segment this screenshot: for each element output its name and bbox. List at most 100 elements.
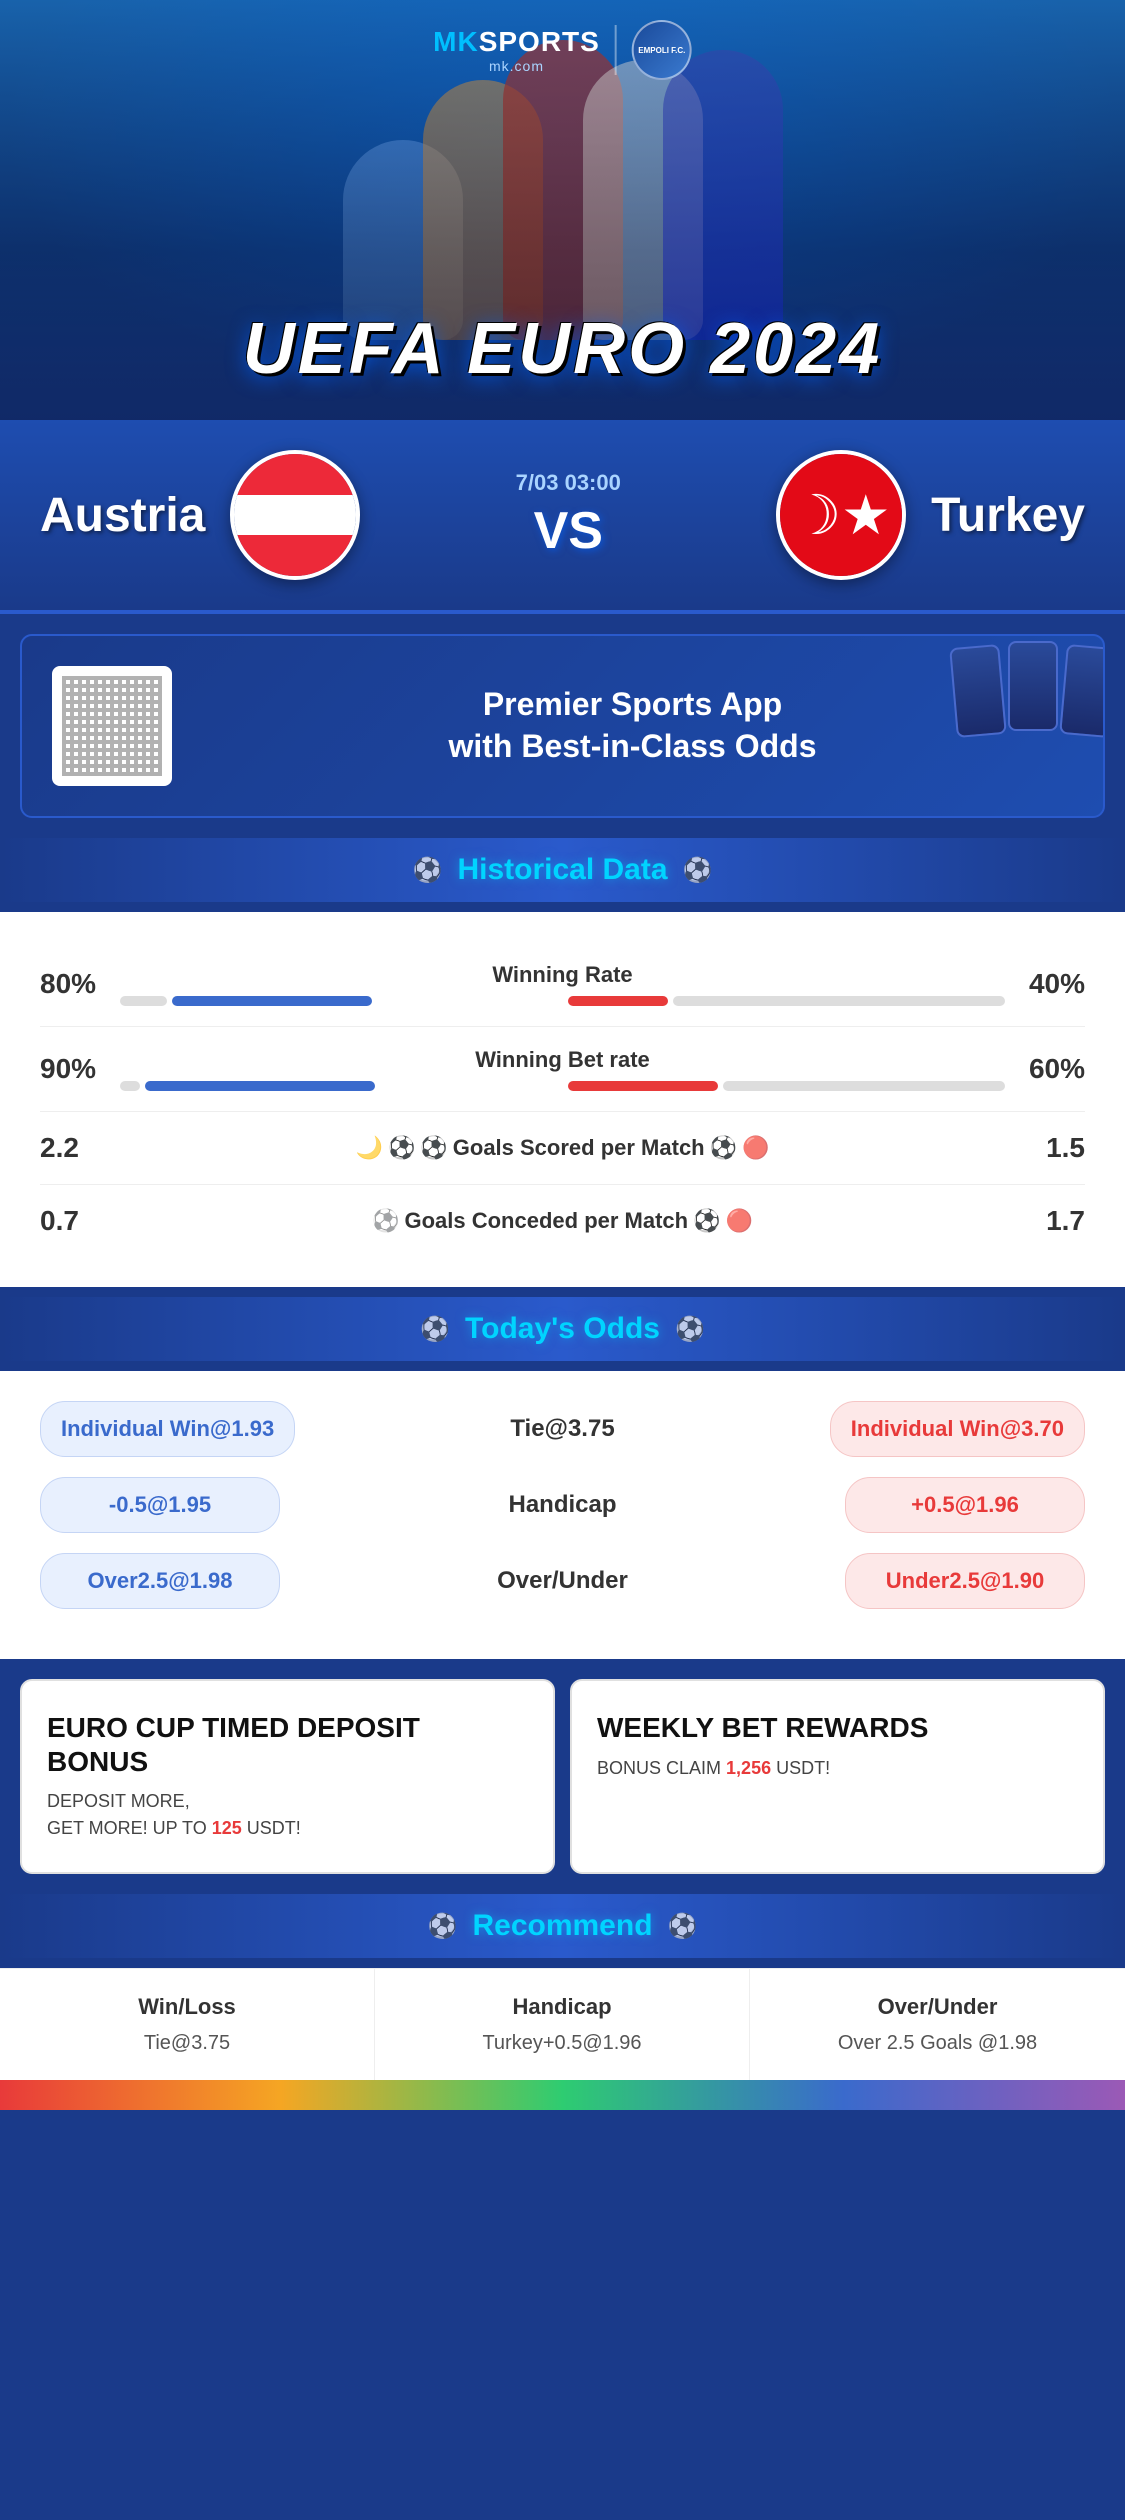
stat-label-goals-scored: Goals Scored per Match — [453, 1135, 705, 1161]
ball-icon-3: ⚽ — [710, 1135, 737, 1161]
austria-stripe-mid — [234, 495, 356, 536]
odds-row-2: -0.5@1.95 Handicap +0.5@1.96 — [40, 1477, 1085, 1533]
page-title: UEFA EURO 2024 — [243, 308, 883, 390]
bar-bg-right-wr — [673, 996, 1006, 1006]
bonus-deposit-title: EURO CUP TIMED DEPOSIT BONUS — [47, 1711, 528, 1778]
goals-conceded-icons: ⚽ Goals Conceded per Match ⚽ 🔴 — [372, 1208, 753, 1234]
odds-btn-handicap-left[interactable]: -0.5@1.95 — [40, 1477, 280, 1533]
bonus-weekly-title: WEEKLY BET REWARDS — [597, 1711, 928, 1745]
turkey-flag-circle: ☽★ — [776, 450, 906, 580]
odds-center-tie[interactable]: Tie@3.75 — [510, 1415, 614, 1443]
stat-middle-winning-bet: Winning Bet rate — [120, 1047, 1005, 1091]
stat-middle-goals-scored: 🌙 ⚽ ⚽ Goals Scored per Match ⚽ 🔴 — [120, 1135, 1005, 1161]
odds-section: Individual Win@1.93 Tie@3.75 Individual … — [0, 1371, 1125, 1659]
stat-label-goals-conceded: Goals Conceded per Match — [404, 1208, 688, 1234]
bonus-weekly-currency: USDT! — [776, 1758, 830, 1778]
bar-container-winning-rate — [120, 996, 1005, 1006]
odds-btn-handicap-right[interactable]: +0.5@1.96 — [845, 1477, 1085, 1533]
austria-stripe-top — [234, 454, 356, 495]
bonus-weekly-amount: 1,256 — [726, 1758, 771, 1778]
team-right: ☽★ Turkey — [776, 450, 1085, 580]
rec-header-overunder: Over/Under — [770, 1994, 1105, 2020]
austria-stripe-bot — [234, 535, 356, 576]
bonus-section: EURO CUP TIMED DEPOSIT BONUS DEPOSIT MOR… — [20, 1679, 1105, 1874]
bar-red-wr — [568, 996, 668, 1006]
bar-left-wrap-wb — [120, 1081, 558, 1091]
odds-title: Today's Odds — [465, 1312, 660, 1346]
recommend-col-winloss: Win/Loss Tie@3.75 — [0, 1969, 375, 2080]
bonus-deposit-line1: DEPOSIT MORE, — [47, 1791, 190, 1811]
ball-icon-conceded-2: ⚽ — [693, 1208, 720, 1234]
recommend-icon-right: ⚽ — [668, 1912, 698, 1941]
rec-value-handicap: Turkey+0.5@1.96 — [395, 2032, 729, 2055]
odds-btn-individual-win-left[interactable]: Individual Win@1.93 — [40, 1401, 295, 1457]
phone-mock-3 — [1059, 644, 1105, 738]
stat-row-goals-conceded: 0.7 ⚽ Goals Conceded per Match ⚽ 🔴 1.7 — [40, 1185, 1085, 1257]
stat-middle-goals-conceded: ⚽ Goals Conceded per Match ⚽ 🔴 — [120, 1208, 1005, 1234]
half-ball-icon-1: 🌙 — [356, 1135, 383, 1161]
stat-right-winning-rate: 40% — [1005, 968, 1085, 1000]
bonus-deposit-line2: GET MORE! UP TO — [47, 1818, 207, 1838]
odds-section-header: ⚽ Today's Odds ⚽ — [0, 1297, 1125, 1361]
recommend-section-header: ⚽ Recommend ⚽ — [0, 1894, 1125, 1958]
club-abbr: EMPOLI F.C. — [638, 46, 685, 55]
stat-middle-winning-rate: Winning Rate — [120, 962, 1005, 1006]
team-left: Austria — [40, 450, 360, 580]
vs-text: VS — [534, 501, 603, 561]
bar-right-wrap-wr — [568, 996, 1006, 1006]
odds-row-1: Individual Win@1.93 Tie@3.75 Individual … — [40, 1401, 1085, 1457]
austria-flag-circle — [230, 450, 360, 580]
stat-row-winning-rate: 80% Winning Rate 40% — [40, 942, 1085, 1027]
historical-icon-right: ⚽ — [683, 856, 713, 885]
odds-btn-individual-win-right[interactable]: Individual Win@3.70 — [830, 1401, 1085, 1457]
bonus-weekly-desc: BONUS CLAIM 1,256 USDT! — [597, 1755, 830, 1782]
historical-title: Historical Data — [457, 853, 667, 887]
half-ball-icon-2: 🔴 — [742, 1135, 769, 1161]
qr-code — [52, 666, 172, 786]
stat-row-winning-bet-rate: 90% Winning Bet rate 60% — [40, 1027, 1085, 1112]
stat-left-goals-conceded: 0.7 — [40, 1205, 120, 1237]
recommend-grid: Win/Loss Tie@3.75 Handicap Turkey+0.5@1.… — [0, 1968, 1125, 2080]
phone-mockups — [953, 646, 1105, 736]
odds-btn-over-under-right[interactable]: Under2.5@1.90 — [845, 1553, 1085, 1609]
odds-icon-right: ⚽ — [675, 1315, 705, 1344]
stat-label-winning-bet: Winning Bet rate — [475, 1047, 650, 1073]
odds-icon-left: ⚽ — [420, 1315, 450, 1344]
ball-icon-conceded-1: ⚽ — [372, 1208, 399, 1234]
header-banner: MKSPORTS mk.com EMPOLI F.C. UEFA EURO 20… — [0, 0, 1125, 420]
bar-right-wrap-wb — [568, 1081, 1006, 1091]
bar-bg-right-wb — [723, 1081, 1006, 1091]
club-logo: EMPOLI F.C. — [632, 20, 692, 80]
stat-label-winning-rate: Winning Rate — [492, 962, 632, 988]
bonus-weekly-desc-text: BONUS CLAIM — [597, 1758, 721, 1778]
recommend-section: Win/Loss Tie@3.75 Handicap Turkey+0.5@1.… — [0, 1968, 1125, 2080]
bar-bg-left-wb — [120, 1081, 140, 1091]
goals-scored-icons-left: 🌙 ⚽ ⚽ Goals Scored per Match ⚽ 🔴 — [356, 1135, 770, 1161]
bonus-deposit-amount: 125 — [212, 1818, 242, 1838]
odds-center-over-under: Over/Under — [295, 1567, 830, 1595]
app-promo-text: Premier Sports App with Best-in-Class Od… — [192, 684, 1073, 767]
rec-value-overunder: Over 2.5 Goals @1.98 — [770, 2032, 1105, 2055]
ball-icon-1: ⚽ — [388, 1135, 415, 1161]
odds-btn-over-under-left[interactable]: Over2.5@1.98 — [40, 1553, 280, 1609]
team-left-name: Austria — [40, 488, 205, 543]
odds-row-3: Over2.5@1.98 Over/Under Under2.5@1.90 — [40, 1553, 1085, 1609]
bonus-card-weekly[interactable]: WEEKLY BET REWARDS BONUS CLAIM 1,256 USD… — [570, 1679, 1105, 1874]
bonus-deposit-currency: USDT! — [247, 1818, 301, 1838]
recommend-title: Recommend — [472, 1909, 652, 1943]
rec-header-handicap: Handicap — [395, 1994, 729, 2020]
rec-value-winloss: Tie@3.75 — [20, 2032, 354, 2055]
stat-right-goals-conceded: 1.7 — [1005, 1205, 1085, 1237]
stat-left-winning-bet: 90% — [40, 1053, 120, 1085]
rec-header-winloss: Win/Loss — [20, 1994, 354, 2020]
match-section: Austria 7/03 03:00 VS ☽★ Turkey — [0, 420, 1125, 614]
phone-mock-1 — [949, 644, 1007, 738]
bar-blue-wr — [172, 996, 372, 1006]
ball-icon-conceded-3: 🔴 — [726, 1208, 753, 1234]
team-right-name: Turkey — [931, 488, 1085, 543]
phone-mock-2 — [1008, 641, 1058, 731]
recommend-col-overunder: Over/Under Over 2.5 Goals @1.98 — [750, 1969, 1125, 2080]
bonus-card-deposit[interactable]: EURO CUP TIMED DEPOSIT BONUS DEPOSIT MOR… — [20, 1679, 555, 1874]
app-promo-section[interactable]: Premier Sports App with Best-in-Class Od… — [20, 634, 1105, 818]
stat-left-winning-rate: 80% — [40, 968, 120, 1000]
